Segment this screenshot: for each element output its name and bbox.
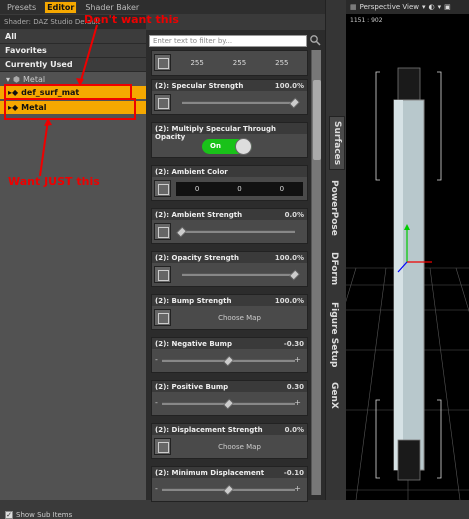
tab-editor[interactable]: Editor [44, 0, 78, 14]
properties-panel: Enter text to filter by... 255 255 255 (… [146, 30, 325, 502]
property-row: (2): Displacement Strength 0.0% Choose Map [151, 423, 308, 459]
swatch-icon[interactable] [154, 180, 171, 197]
property-label: (2): Ambient Color [155, 168, 228, 176]
show-sub-items[interactable]: ✓ Show Sub Items [5, 511, 72, 519]
side-tab-powerpose[interactable]: PowerPose [329, 180, 339, 236]
property-value[interactable]: 100.0% [275, 82, 304, 90]
property-row: (2): Ambient Strength 0.0% [151, 208, 308, 244]
swatch-icon[interactable] [154, 309, 171, 326]
property-label: (2): Negative Bump [155, 340, 232, 348]
property-value[interactable]: 0.0% [285, 426, 304, 434]
property-label: (2): Minimum Displacement [155, 469, 265, 477]
annotation-box-bottom [4, 98, 136, 120]
annotation-bottom: Want JUST this [8, 175, 100, 188]
minus-icon[interactable]: - [155, 484, 158, 493]
minus-icon[interactable]: - [155, 355, 158, 364]
tab-shader-baker[interactable]: Shader Baker [83, 2, 141, 13]
property-value[interactable]: 100.0% [275, 254, 304, 262]
color-g: 255 [232, 59, 247, 67]
swatch-icon[interactable] [154, 438, 171, 455]
property-label: (2): Displacement Strength [155, 426, 263, 434]
color-r: 255 [190, 59, 204, 67]
viewport[interactable]: ▦ Perspective View ▾ ◐ ▾ ▣ 1151 : 902 [346, 0, 469, 500]
choose-map-button[interactable]: Choose Map [176, 314, 303, 322]
property-label: (2): Multiply Specular Through Opacity [155, 125, 276, 141]
plus-icon[interactable]: + [294, 398, 301, 407]
slider-knob[interactable] [289, 97, 300, 109]
value-slider[interactable] [162, 484, 295, 496]
tab-presets[interactable]: Presets [5, 2, 38, 13]
property-label: (2): Bump Strength [155, 297, 232, 305]
property-row: (2): Specular Strength 100.0% [151, 79, 308, 115]
property-label: (2): Positive Bump [155, 383, 229, 391]
property-row: (2): Multiply Specular Through Opacity On [151, 122, 308, 158]
minus-icon[interactable]: - [155, 398, 158, 407]
side-tab-surfaces[interactable]: Surfaces [329, 116, 345, 171]
color-value: 0 [194, 185, 200, 193]
color-value: 0 [279, 185, 285, 193]
side-tab-genx[interactable]: GenX [329, 382, 339, 409]
property-label: (2): Ambient Strength [155, 211, 243, 219]
category-all[interactable]: All [0, 30, 146, 44]
color-values[interactable]: 255 255 255 [176, 59, 303, 67]
value-slider[interactable] [162, 355, 295, 367]
tree-group-metal[interactable]: ▾ ⬢ Metal [0, 74, 146, 84]
swatch-icon[interactable] [154, 223, 171, 240]
value-slider[interactable] [182, 269, 300, 281]
toggle-knob-icon [235, 138, 252, 155]
property-row: (2): Opacity Strength 100.0% [151, 251, 308, 287]
color-b: 255 [275, 59, 289, 67]
tree-group-label: Metal [23, 74, 46, 84]
show-sub-items-label: Show Sub Items [16, 511, 73, 519]
viewport-scene [346, 67, 469, 500]
swatch-icon[interactable] [154, 266, 171, 283]
category-favorites[interactable]: Favorites [0, 44, 146, 58]
scrollbar-thumb[interactable] [313, 80, 321, 160]
property-row: (2): Minimum Displacement -0.10 - + [151, 466, 308, 502]
property-label: (2): Specular Strength [155, 82, 244, 90]
swatch-icon[interactable] [154, 54, 171, 71]
value-slider[interactable] [162, 398, 295, 410]
color-property: 255 255 255 [151, 50, 308, 76]
expand-icon[interactable]: ▾ [6, 75, 10, 84]
slider-knob[interactable] [289, 269, 300, 281]
property-row: (2): Bump Strength 100.0% Choose Map [151, 294, 308, 330]
color-value: 0 [237, 185, 242, 193]
slider-knob[interactable] [222, 398, 234, 410]
search-icon[interactable] [309, 34, 321, 46]
plus-icon[interactable]: + [294, 355, 301, 364]
value-slider[interactable] [182, 97, 300, 109]
side-tab-dform[interactable]: DForm [329, 252, 339, 285]
property-row: (2): Positive Bump 0.30 - + [151, 380, 308, 416]
property-value[interactable]: 0.30 [287, 383, 304, 391]
slider-knob[interactable] [222, 484, 234, 496]
filter-input[interactable]: Enter text to filter by... [149, 35, 307, 47]
side-tabs: Surfaces PowerPose DForm Figure Setup Ge… [325, 0, 346, 500]
annotation-top: Don't want this [84, 13, 179, 26]
plus-icon[interactable]: + [294, 484, 301, 493]
slider-knob[interactable] [222, 355, 234, 367]
checkbox-icon[interactable]: ✓ [5, 511, 13, 519]
property-row: (2): Negative Bump -0.30 - + [151, 337, 308, 373]
property-value[interactable]: 0.0% [285, 211, 304, 219]
category-currently-used[interactable]: Currently Used [0, 58, 146, 72]
color-values[interactable]: 0 0 0 [176, 182, 303, 196]
choose-map-button[interactable]: Choose Map [176, 443, 303, 451]
figure-icon: ⬢ [13, 74, 20, 84]
property-value[interactable]: 100.0% [275, 297, 304, 305]
scrollbar[interactable] [311, 50, 321, 495]
property-row: (2): Ambient Color 0 0 0 [151, 165, 308, 201]
property-label: (2): Opacity Strength [155, 254, 239, 262]
swatch-icon[interactable] [154, 94, 171, 111]
side-tab-figure-setup[interactable]: Figure Setup [329, 302, 339, 368]
property-value[interactable]: -0.10 [284, 469, 304, 477]
property-value[interactable]: -0.30 [284, 340, 304, 348]
pane-tabs: Presets Editor Shader Baker [0, 0, 325, 14]
value-slider[interactable] [176, 226, 295, 238]
toggle-label: On [210, 142, 221, 150]
slider-knob[interactable] [176, 226, 187, 238]
toggle-button[interactable]: On [202, 138, 252, 155]
